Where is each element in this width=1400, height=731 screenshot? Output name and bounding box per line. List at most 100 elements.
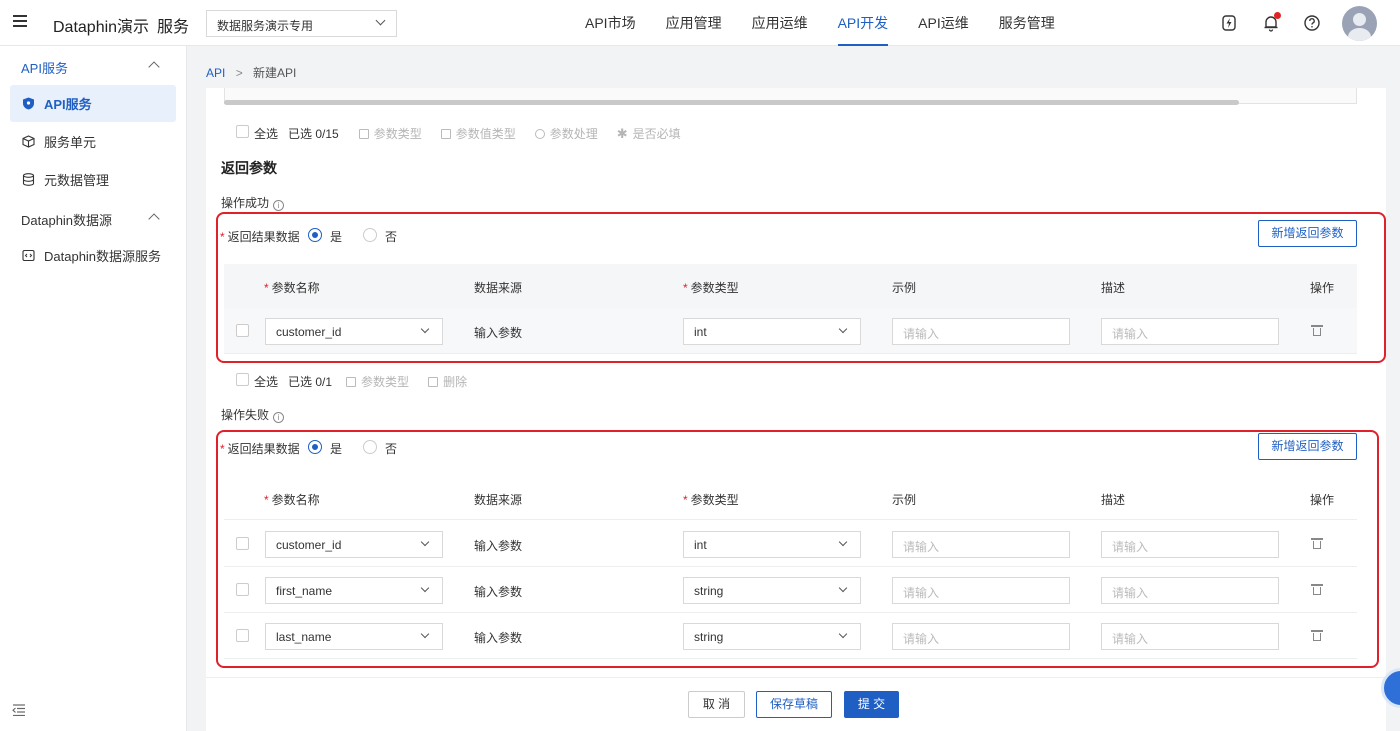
col-param-name: * 参数名称 [264,493,320,507]
table-row: customer_id 输入参数 int 请输入 请输入 [224,308,1357,354]
help-icon[interactable] [1303,14,1321,32]
param-name-select[interactable]: customer_id [265,318,443,345]
breadcrumb-current: 新建API [253,66,297,80]
row-checkbox[interactable] [236,537,249,550]
data-source-text: 输入参数 [474,326,523,340]
table-row: last_name 输入参数 string 请输入 请输入 [224,613,1357,659]
description-input[interactable]: 请输入 [1101,577,1279,604]
app-title: Dataphin演示 [53,19,150,36]
col-example: 示例 [892,281,917,295]
col-param-type: * 参数类型 [683,493,739,507]
sidebar-item-label: 元数据管理 [44,173,110,188]
example-input[interactable]: 请输入 [892,577,1070,604]
bulk-param-process[interactable]: 参数处理 [534,125,598,142]
data-source-text: 输入参数 [474,631,523,645]
delete-icon[interactable] [1311,584,1323,595]
horizontal-scrollbar[interactable] [224,100,1239,105]
bulk-param-type[interactable]: 参数类型 [358,125,422,142]
table-row: customer_id 输入参数 int 请输入 请输入 [224,521,1357,567]
project-select[interactable]: 数据服务演示专用 [206,10,397,37]
col-actions: 操作 [1310,281,1335,295]
failure-add-return-param-button[interactable]: 新增返回参数 [1258,433,1357,460]
description-input[interactable]: 请输入 [1101,531,1279,558]
nav-api-dev[interactable]: API开发 [823,0,904,46]
success-select-all-checkbox[interactable] [236,373,249,386]
param-type-select[interactable]: string [683,577,861,604]
nav-api-ops[interactable]: API运维 [903,0,984,46]
delete-icon[interactable] [1311,630,1323,641]
col-data-source: 数据来源 [474,281,523,295]
example-input[interactable]: 请输入 [892,623,1070,650]
asterisk-icon: ✱ [616,125,628,141]
sidebar-item-label: 服务单元 [44,135,97,150]
chevron-down-icon [375,15,386,26]
flash-icon[interactable] [1220,14,1238,32]
description-input[interactable]: 请输入 [1101,318,1279,345]
chevron-down-icon [420,629,430,639]
param-type-select[interactable]: int [683,531,861,558]
delete-icon[interactable] [1311,538,1323,549]
failure-radio-yes[interactable] [308,440,322,454]
chevron-up-icon[interactable] [148,213,160,225]
chevron-down-icon [838,583,848,593]
app-subtitle: 服务 [157,19,190,36]
bulk-required[interactable]: ✱ 是否必填 [617,125,681,142]
sidebar-item-label: Dataphin数据源服务 [44,249,162,264]
param-name-select[interactable]: customer_id [265,531,443,558]
col-description: 描述 [1101,493,1126,507]
example-input[interactable]: 请输入 [892,318,1070,345]
breadcrumb-api-link[interactable]: API [206,66,225,80]
row-checkbox[interactable] [236,583,249,596]
row-checkbox[interactable] [236,629,249,642]
row-checkbox[interactable] [236,324,249,337]
param-type-icon [358,128,369,139]
nav-service-management[interactable]: 服务管理 [984,0,1070,46]
description-input[interactable]: 请输入 [1101,623,1279,650]
nav-app-ops[interactable]: 应用运维 [737,0,823,46]
bulk-param-value-type[interactable]: 参数值类型 [440,125,516,142]
sidebar-group-api-service[interactable]: API服务 [21,58,68,77]
param-name-select[interactable]: first_name [265,577,443,604]
code-box-icon [22,249,35,262]
value-type-icon [440,128,451,139]
nav-app-management[interactable]: 应用管理 [651,0,737,46]
delete-icon [428,376,439,387]
sidebar-item-metadata[interactable]: 元数据管理 [10,161,176,198]
submit-button[interactable]: 提 交 [844,691,899,718]
nav-api-market[interactable]: API市场 [570,0,651,46]
selected-count: 已选 0/15 [288,127,339,141]
select-all-checkbox[interactable] [236,125,249,138]
chevron-down-icon [838,537,848,547]
shield-icon [23,97,34,110]
param-type-select[interactable]: int [683,318,861,345]
sidebar-group-dataphin-source[interactable]: Dataphin数据源 [21,210,112,229]
menu-icon[interactable] [13,15,27,27]
failure-return-data-label: * 返回结果数据 [220,442,300,456]
avatar[interactable] [1342,6,1377,41]
success-return-data-label: * 返回结果数据 [220,230,300,244]
success-radio-yes[interactable] [308,228,322,242]
info-icon[interactable]: i [273,200,285,211]
success-add-return-param-button[interactable]: 新增返回参数 [1258,220,1357,247]
sidebar-item-service-unit[interactable]: 服务单元 [10,123,176,160]
sidebar-item-dataphin-source-service[interactable]: Dataphin数据源服务 [10,237,176,274]
collapse-sidebar-icon[interactable] [12,704,26,716]
param-type-select[interactable]: string [683,623,861,650]
info-icon[interactable]: i [273,412,285,423]
sidebar-item-api-service[interactable]: API服务 [10,85,176,122]
failure-label: 操作失败 i [221,406,285,423]
success-radio-no[interactable] [363,228,377,242]
bulk-delete[interactable]: 删除 [428,373,467,390]
main-panel: 全选 已选 0/15 参数类型 参数值类型 参数处理 ✱ 是否必填 返回参数 操作… [206,88,1386,731]
success-bulk-toolbar: 全选 已选 0/1 参数类型 删除 [254,373,486,390]
bulk-param-type[interactable]: 参数类型 [346,373,409,390]
delete-icon[interactable] [1311,325,1323,336]
example-input[interactable]: 请输入 [892,531,1070,558]
chevron-up-icon[interactable] [148,61,160,73]
cancel-button[interactable]: 取 消 [688,691,745,718]
failure-radio-no[interactable] [363,440,377,454]
save-draft-button[interactable]: 保存草稿 [756,691,832,718]
breadcrumb: API > 新建API [206,64,296,81]
param-name-select[interactable]: last_name [265,623,443,650]
col-description: 描述 [1101,281,1126,295]
